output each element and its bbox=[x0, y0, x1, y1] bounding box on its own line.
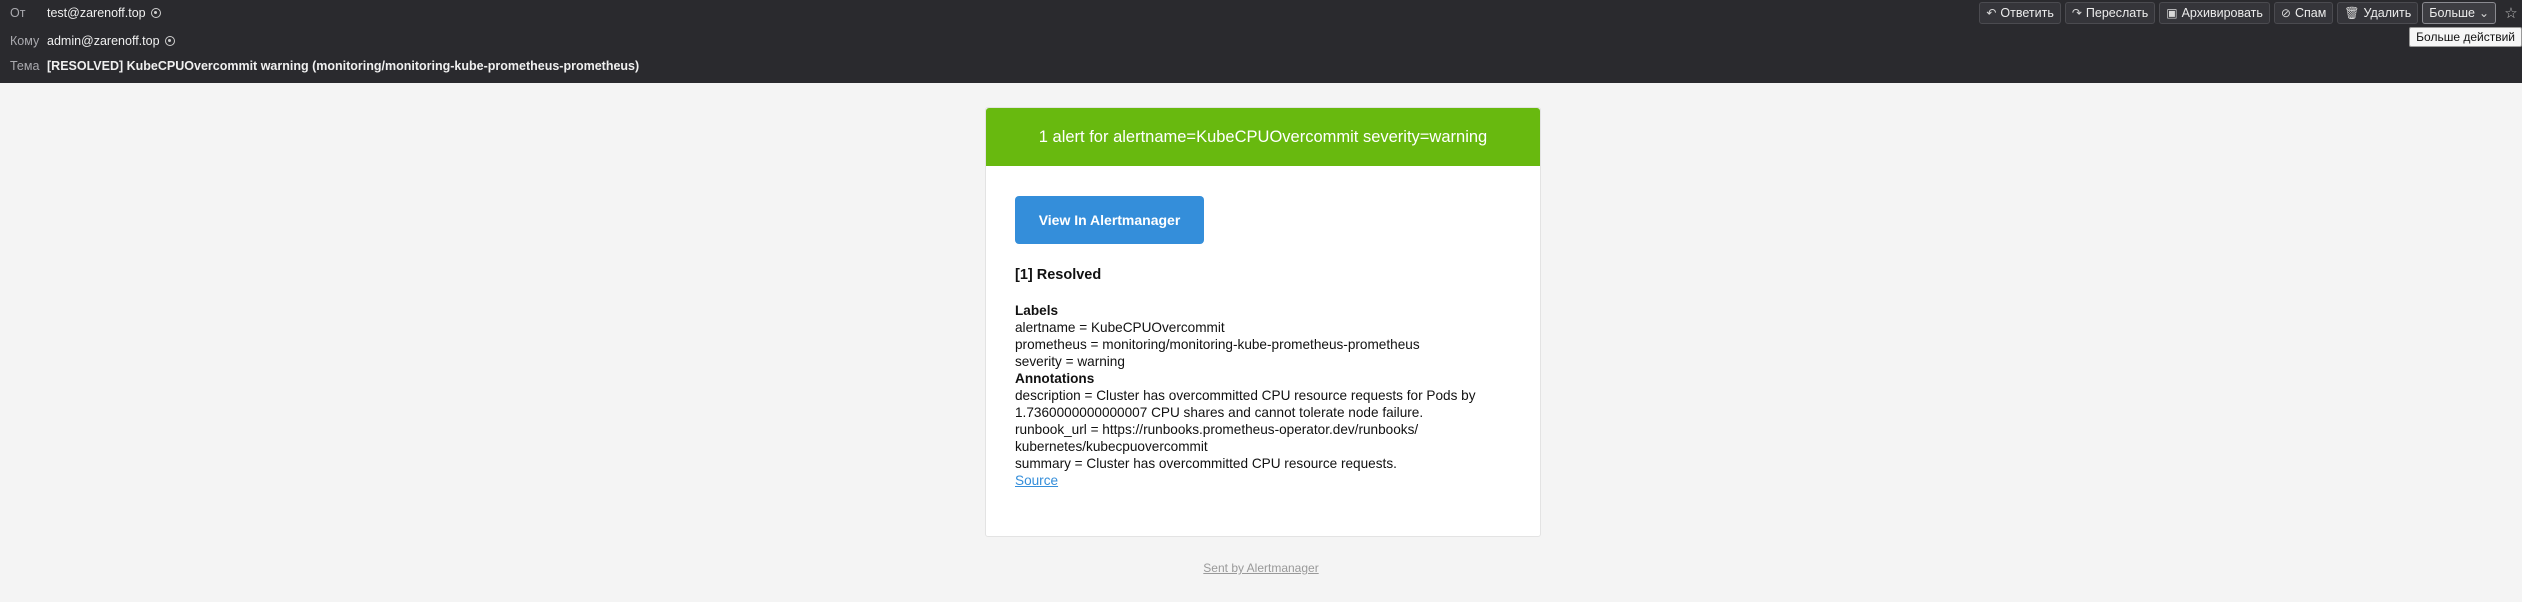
footer: Sent by Alertmanager bbox=[0, 561, 2522, 575]
subject-label: Тема bbox=[10, 59, 40, 73]
contact-icon[interactable] bbox=[150, 8, 161, 18]
spam-button[interactable]: ⊘ Спам bbox=[2273, 2, 2334, 24]
source-link[interactable]: Source bbox=[1015, 473, 1058, 488]
annotation-line: runbook_url = https://runbooks.prometheu… bbox=[1015, 422, 1419, 437]
label-line: prometheus = monitoring/monitoring-kube-… bbox=[1015, 337, 1420, 352]
alert-banner: 1 alert for alertname=KubeCPUOvercommit … bbox=[986, 108, 1540, 166]
reply-label: Ответить bbox=[2000, 6, 2054, 20]
reply-icon: ↶ bbox=[1986, 6, 1997, 20]
spam-label: Спам bbox=[2294, 6, 2327, 20]
spam-icon: ⊘ bbox=[2280, 6, 2291, 20]
star-icon[interactable]: ☆ bbox=[2500, 4, 2522, 22]
delete-button[interactable]: 🗑 Удалить bbox=[2337, 2, 2419, 24]
delete-label: Удалить bbox=[2363, 6, 2412, 20]
forward-icon: ↷ bbox=[2071, 6, 2082, 20]
message-body: 1 alert for alertname=KubeCPUOvercommit … bbox=[0, 83, 2522, 602]
more-label: Больше bbox=[2429, 6, 2475, 20]
trash-icon: 🗑 bbox=[2344, 6, 2360, 20]
label-line: severity = warning bbox=[1015, 354, 1125, 369]
forward-label: Переслать bbox=[2085, 6, 2149, 20]
resolved-heading: [1] Resolved bbox=[1015, 267, 1102, 283]
annotation-line: description = Cluster has overcommitted … bbox=[1015, 388, 1476, 403]
contact-icon[interactable] bbox=[164, 36, 175, 46]
more-actions-tooltip: Больше действий bbox=[2409, 27, 2522, 47]
label-line: alertname = KubeCPUOvercommit bbox=[1015, 320, 1225, 335]
view-in-alertmanager-button[interactable]: View In Alertmanager bbox=[1015, 196, 1204, 244]
to-address[interactable]: admin@zarenoff.top bbox=[47, 34, 160, 48]
from-value[interactable]: test@zarenoff.top bbox=[47, 6, 161, 20]
message-header: От test@zarenoff.top Кому admin@zarenoff… bbox=[0, 0, 2522, 83]
labels-heading: Labels bbox=[1015, 303, 1059, 318]
annotation-line: kubernetes/kubecpuovercommit bbox=[1015, 439, 1208, 454]
annotation-line: summary = Cluster has overcommitted CPU … bbox=[1015, 456, 1397, 471]
subject-value: [RESOLVED] KubeCPUOvercommit warning (mo… bbox=[47, 59, 640, 73]
archive-button[interactable]: ▣ Архивировать bbox=[2159, 2, 2270, 24]
reply-button[interactable]: ↶ Ответить bbox=[1979, 2, 2061, 24]
to-label: Кому bbox=[10, 34, 40, 48]
archive-icon: ▣ bbox=[2166, 6, 2178, 20]
annotations-heading: Annotations bbox=[1015, 371, 1095, 386]
archive-label: Архивировать bbox=[2181, 6, 2263, 20]
from-label: От bbox=[10, 6, 26, 20]
more-button[interactable]: Больше ⌄ bbox=[2422, 2, 2496, 24]
annotation-line: 1.7360000000000007 CPU shares and cannot… bbox=[1015, 405, 1424, 420]
to-value[interactable]: admin@zarenoff.top bbox=[47, 34, 175, 48]
chevron-down-icon: ⌄ bbox=[2478, 6, 2489, 20]
sent-by-alertmanager-link[interactable]: Sent by Alertmanager bbox=[1203, 561, 1318, 575]
forward-button[interactable]: ↷ Переслать bbox=[2064, 2, 2156, 24]
from-address[interactable]: test@zarenoff.top bbox=[47, 6, 146, 20]
alert-details: [1] Resolved Labels alertname = KubeCPUO… bbox=[1015, 267, 1515, 489]
alert-card: 1 alert for alertname=KubeCPUOvercommit … bbox=[985, 107, 1541, 537]
message-actions-toolbar: ↶ Ответить ↷ Переслать ▣ Архивировать ⊘ … bbox=[1979, 1, 2522, 25]
